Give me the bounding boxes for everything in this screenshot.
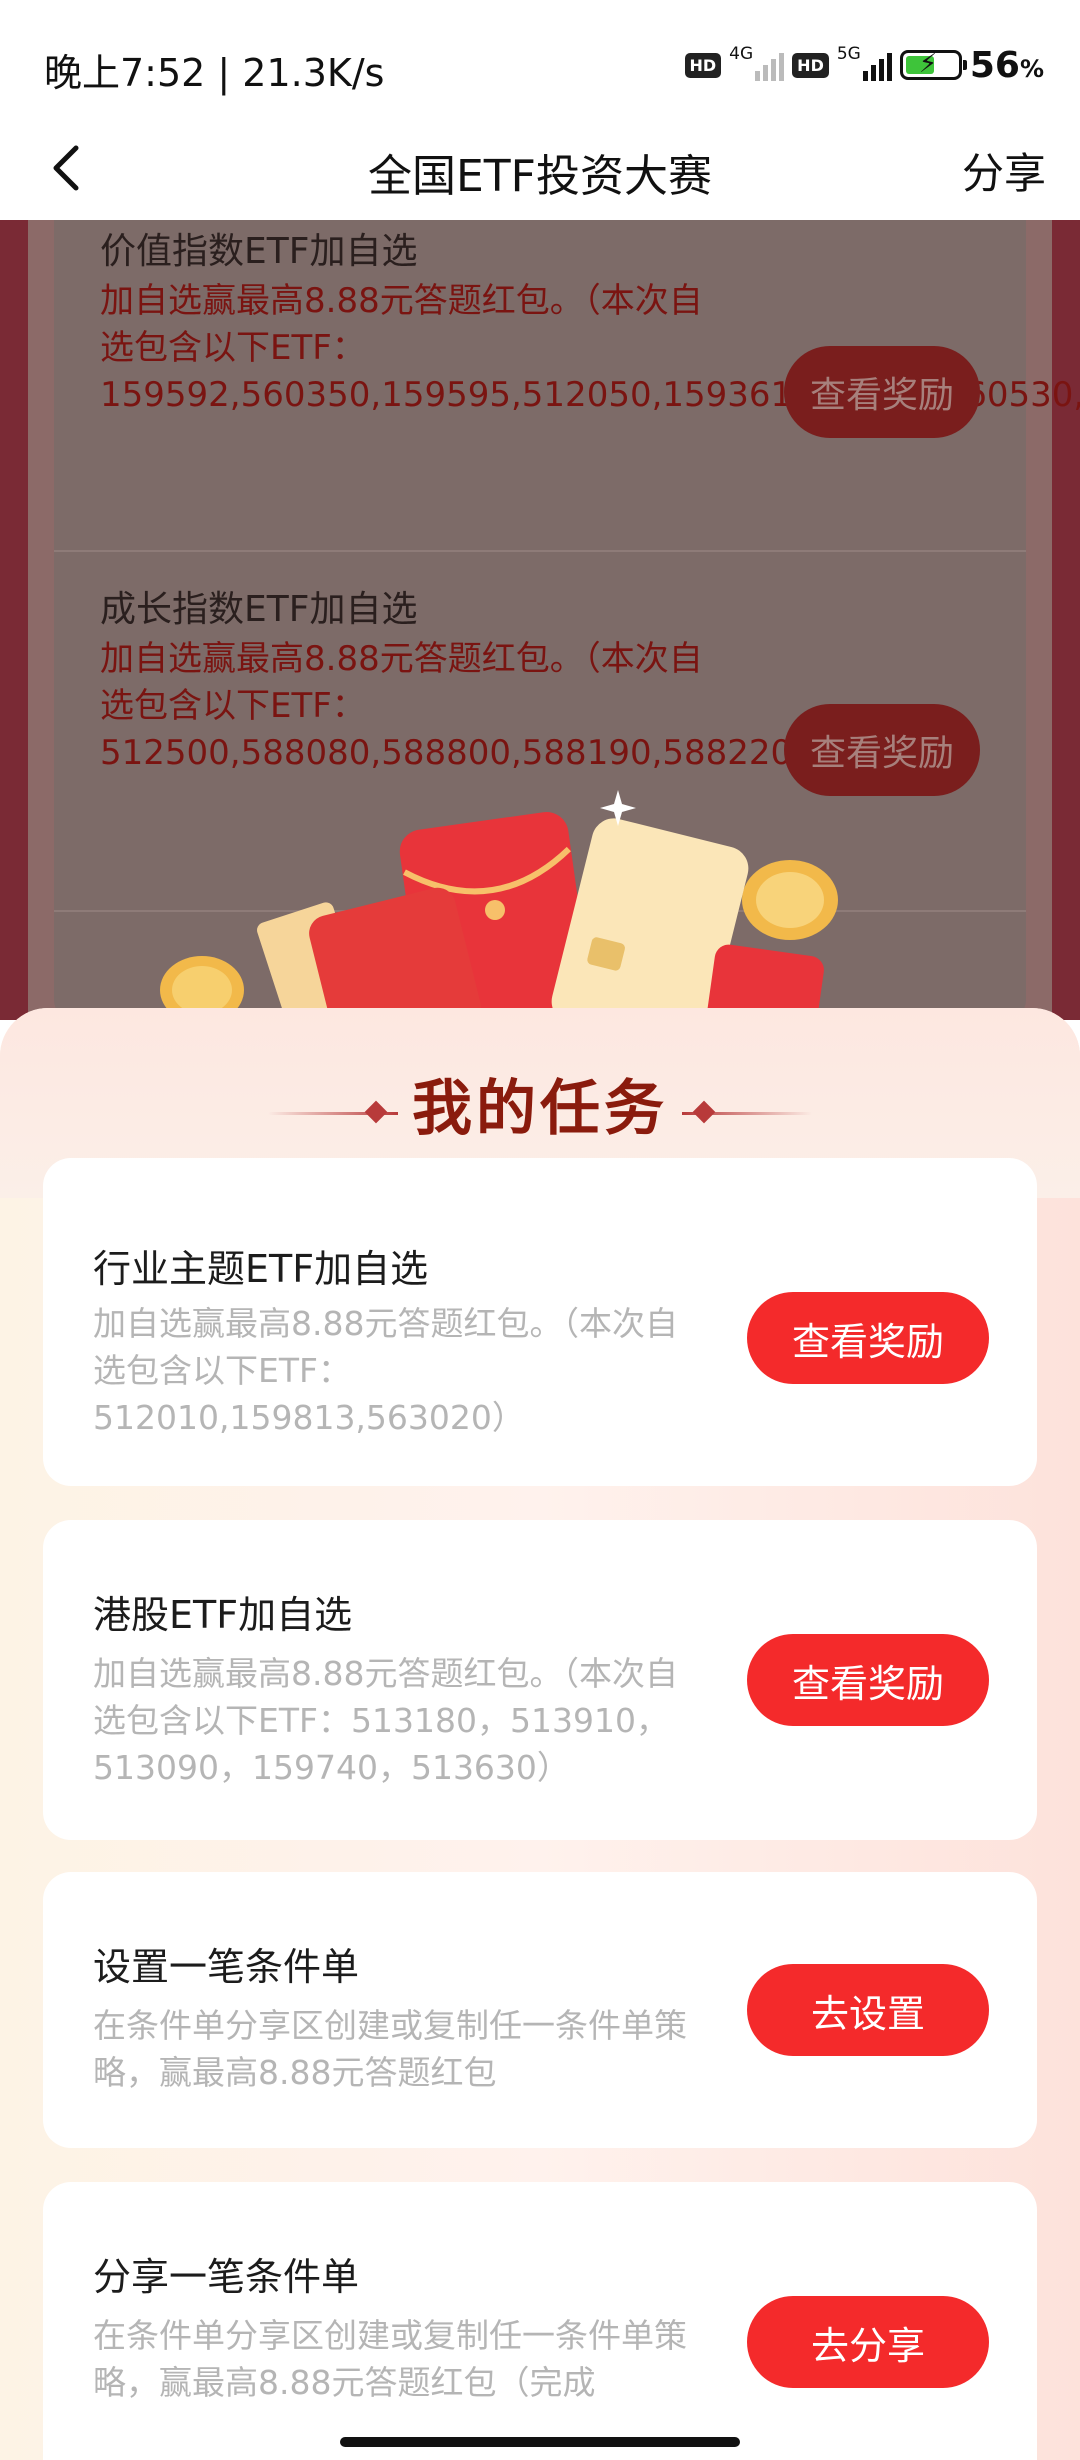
task-desc: 加自选赢最高8.88元答题红包。（本次自选包含以下ETF：512010,1598…	[93, 1304, 678, 1437]
background-task-desc: 加自选赢最高8.88元答题红包。（本次自选包含以下ETF：512500,5880…	[100, 639, 967, 773]
task-card: 分享一笔条件单 在条件单分享区创建或复制任一条件单策略，赢最高8.88元答题红包…	[43, 2182, 1037, 2460]
battery-icon: ⚡	[899, 49, 967, 80]
task-title: 设置一笔条件单	[93, 1945, 360, 1989]
status-icons: HD 4G HD 5G ⚡ 56%	[684, 40, 1044, 90]
sheet-title: 我的任务	[412, 1074, 668, 1144]
hd-icon-2: HD	[792, 52, 829, 78]
view-reward-button[interactable]: 查看奖励	[784, 346, 980, 438]
share-button[interactable]: 分享	[962, 140, 1046, 201]
network-type-sim2: 5G	[836, 44, 861, 64]
task-title: 分享一笔条件单	[93, 2255, 360, 2299]
go-share-button[interactable]: 去分享	[747, 2296, 989, 2388]
signal-icon-sim2	[862, 49, 892, 81]
network-type-sim1: 4G	[729, 44, 754, 64]
background-task-desc: 加自选赢最高8.88元答题红包。（本次自选包含以下ETF：159592,5603…	[100, 281, 1080, 415]
task-title: 行业主题ETF加自选	[93, 1247, 429, 1291]
task-title: 港股ETF加自选	[93, 1593, 353, 1637]
background-task-item: 价值指数ETF加自选 加自选赢最高8.88元答题红包。（本次自选包含以下ETF：…	[54, 220, 1080, 552]
task-desc: 在条件单分享区创建或复制任一条件单策略，赢最高8.88元答题红包	[93, 2006, 687, 2092]
view-reward-button[interactable]: 查看奖励	[747, 1292, 989, 1384]
go-setup-button[interactable]: 去设置	[747, 1964, 989, 2056]
background-task-title: 成长指数ETF加自选	[100, 589, 418, 630]
task-card: 港股ETF加自选 加自选赢最高8.88元答题红包。（本次自选包含以下ETF：51…	[43, 1520, 1037, 1840]
status-bar: 晚上7:52 | 21.3K/s HD 4G HD 5G ⚡ 56%	[0, 0, 1080, 140]
hd-icon: HD	[684, 52, 722, 78]
title-decoration-right	[682, 1112, 812, 1115]
red-envelope-illustration	[160, 790, 838, 1030]
task-desc: 加自选赢最高8.88元答题红包。（本次自选包含以下ETF：513180，5139…	[93, 1654, 678, 1787]
background-task-title: 价值指数ETF加自选	[100, 231, 418, 272]
signal-icon-sim1	[755, 49, 785, 81]
home-indicator[interactable]	[340, 2437, 740, 2447]
battery-percent: 56%	[969, 44, 1044, 86]
nav-bar: 全国ETF投资大赛 分享	[0, 120, 1080, 220]
task-card: 行业主题ETF加自选 加自选赢最高8.88元答题红包。（本次自选包含以下ETF：…	[43, 1158, 1037, 1486]
view-reward-button[interactable]: 查看奖励	[747, 1634, 989, 1726]
my-tasks-sheet: 我的任务 行业主题ETF加自选 加自选赢最高8.88元答题红包。（本次自选包含以…	[0, 1008, 1080, 2460]
status-time: 晚上7:52 | 21.3K/s	[44, 51, 385, 95]
task-desc: 在条件单分享区创建或复制任一条件单策略，赢最高8.88元答题红包（完成	[93, 2316, 687, 2402]
view-reward-button[interactable]: 查看奖励	[784, 704, 980, 796]
task-card: 设置一笔条件单 在条件单分享区创建或复制任一条件单策略，赢最高8.88元答题红包…	[43, 1872, 1037, 2148]
page-title: 全国ETF投资大赛	[368, 151, 712, 202]
